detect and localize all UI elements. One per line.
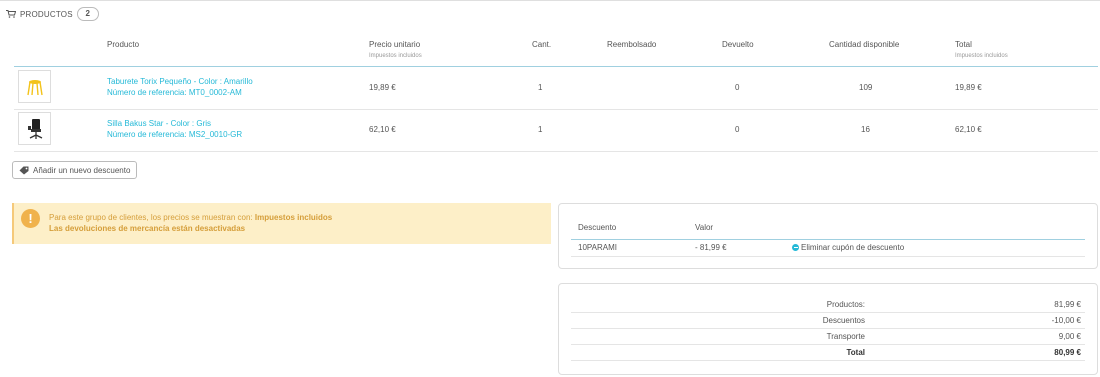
tag-icon — [19, 166, 29, 174]
product-name[interactable]: Silla Bakus Star - Color : Gris — [107, 118, 242, 129]
totals-value: 9,00 € — [1058, 332, 1081, 341]
row-total: 19,89 € — [955, 83, 982, 92]
stool-icon — [26, 79, 43, 95]
totals-row: Productos: 81,99 € — [571, 296, 1085, 313]
col-header-refunded: Reembolsado — [607, 40, 657, 49]
row-total: 62,10 € — [955, 125, 982, 134]
totals-label: Productos: — [826, 300, 865, 309]
products-title: PRODUCTOS — [20, 9, 73, 19]
alert-line-2: Las devoluciones de mercancía están desa… — [49, 224, 246, 233]
grand-total-value: 80,99 € — [1054, 348, 1081, 357]
col-header-unit-price-sub: Impuestos incluidos — [369, 53, 422, 59]
col-header-available: Cantidad disponible — [829, 40, 900, 49]
totals-value: -10,00 € — [1051, 316, 1081, 325]
product-thumbnail[interactable] — [18, 70, 51, 103]
totals-row: Transporte 9,00 € — [571, 328, 1085, 345]
minus-circle-icon — [792, 244, 799, 251]
remove-coupon-link[interactable]: Eliminar cupón de descuento — [792, 243, 904, 252]
alert-line-1-bold: Impuestos incluidos — [254, 213, 333, 222]
product-thumbnail[interactable] — [18, 112, 51, 145]
available-qty: 109 — [859, 83, 873, 92]
remove-coupon-label[interactable]: Eliminar cupón de descuento — [801, 243, 904, 252]
add-discount-label: Añadir un nuevo descuento — [33, 165, 131, 175]
top-divider — [0, 0, 1100, 1]
totals-value: 81,99 € — [1054, 300, 1081, 309]
alert-line-1: Para este grupo de clientes, los precios… — [49, 213, 332, 222]
office-chair-icon — [27, 118, 42, 139]
grand-total-label: Total — [846, 348, 865, 357]
products-header: PRODUCTOS 2 — [6, 7, 99, 21]
product-name-link[interactable]: Silla Bakus Star - Color : Gris Número d… — [107, 118, 242, 140]
totals-panel: Productos: 81,99 € Descuentos -10,00 € T… — [558, 283, 1098, 375]
available-qty: 16 — [861, 125, 870, 134]
unit-price: 62,10 € — [369, 125, 396, 134]
col-header-unit-price: Precio unitario Impuestos incluidos — [369, 40, 422, 59]
discount-code: 10PARAMI — [578, 243, 617, 252]
totals-row: Descuentos -10,00 € — [571, 312, 1085, 329]
product-reference: Número de referencia: MT0_0002-AM — [107, 88, 242, 97]
table-row: Taburete Torix Pequeño - Color : Amarill… — [14, 67, 1098, 110]
col-header-unit-price-label: Precio unitario — [369, 40, 421, 49]
products-count-badge: 2 — [76, 7, 99, 21]
warning-alert: ! Para este grupo de clientes, los preci… — [12, 203, 551, 244]
exclamation-icon: ! — [21, 209, 40, 228]
product-name-link[interactable]: Taburete Torix Pequeño - Color : Amarill… — [107, 76, 253, 98]
unit-price: 19,89 € — [369, 83, 396, 92]
quantity: 1 — [538, 125, 543, 134]
add-discount-button[interactable]: Añadir un nuevo descuento — [12, 161, 138, 179]
discount-col-header: Descuento — [578, 223, 617, 232]
alert-line-1-prefix: Para este grupo de clientes, los precios… — [49, 213, 253, 222]
discount-row-divider — [571, 256, 1085, 257]
shopping-cart-icon — [6, 10, 16, 18]
totals-row-grand-total: Total 80,99 € — [571, 344, 1085, 361]
col-header-total: Total Impuestos incluidos — [955, 40, 1008, 59]
quantity: 1 — [538, 83, 543, 92]
discounts-panel: Descuento Valor 10PARAMI - 81,99 € Elimi… — [558, 203, 1098, 269]
col-header-product: Producto — [107, 40, 140, 49]
col-header-qty: Cant. — [532, 40, 552, 49]
discount-value: - 81,99 € — [695, 243, 727, 252]
product-name[interactable]: Taburete Torix Pequeño - Color : Amarill… — [107, 76, 253, 87]
product-reference: Número de referencia: MS2_0010-GR — [107, 130, 243, 139]
returned: 0 — [735, 125, 740, 134]
col-header-total-sub: Impuestos incluidos — [955, 53, 1008, 59]
totals-label: Transporte — [826, 332, 865, 341]
totals-label: Descuentos — [822, 316, 865, 325]
col-header-returned: Devuelto — [722, 40, 754, 49]
discount-header-divider — [571, 239, 1085, 240]
returned: 0 — [735, 83, 740, 92]
table-row: Silla Bakus Star - Color : Gris Número d… — [14, 109, 1098, 152]
col-header-total-label: Total — [955, 40, 972, 49]
value-col-header: Valor — [695, 223, 714, 232]
